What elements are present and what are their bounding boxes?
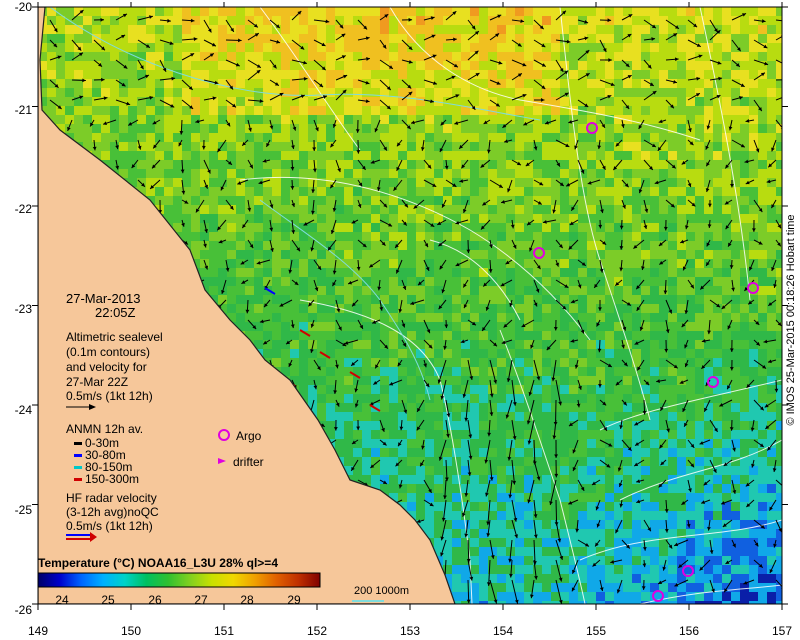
- anmn-depth-arrow-icon: [74, 454, 82, 458]
- anmn-depth-arrow-icon: [74, 478, 82, 482]
- anmn-depth-arrow-icon: [74, 442, 82, 446]
- hf-legend-line: HF radar velocity: [66, 491, 157, 505]
- x-tick: 156: [678, 624, 700, 638]
- x-tick: 157: [771, 624, 793, 638]
- anmn-legend-title: ANMN 12h av.: [66, 422, 144, 436]
- x-tick: 150: [120, 624, 142, 638]
- y-tick: -20: [14, 0, 32, 14]
- colorbar-tick: 25: [101, 593, 115, 607]
- colorbar-tick: 28: [240, 593, 254, 607]
- map-time: 22:05Z: [95, 305, 136, 320]
- anmn-depth-arrow-icon: [74, 466, 82, 470]
- sst-map: [32, 2, 788, 610]
- argo-legend-label: Argo: [236, 429, 262, 443]
- y-tick: -26: [14, 603, 32, 617]
- x-tick: 151: [213, 624, 235, 638]
- map-date: 27-Mar-2013: [66, 291, 141, 306]
- altimetry-legend-line: 27-Mar 22Z: [66, 375, 129, 389]
- imos-credit: © IMOS 25-Mar-2015 00:18:26 Hobart time: [785, 214, 797, 426]
- anmn-depth-label: 150-300m: [85, 472, 140, 486]
- altimetry-legend-line: (0.1m contours): [66, 345, 151, 359]
- colorbar-tick: 27: [194, 593, 208, 607]
- x-tick: 152: [306, 624, 328, 638]
- hf-legend-line: (3-12h avg)noQC: [66, 505, 159, 519]
- altimetry-legend-line: Altimetric sealevel: [66, 330, 163, 344]
- x-tick: 153: [399, 624, 421, 638]
- drifter-legend-label: drifter: [233, 455, 264, 469]
- colorbar-title: Temperature (°C) NOAA16_L3U 28% ql>=4: [38, 556, 278, 570]
- altimetry-legend-line: and velocity for: [66, 360, 147, 374]
- hf-legend-line: 0.5m/s (1kt 12h): [66, 519, 153, 533]
- colorbar-tick: 24: [55, 593, 69, 607]
- colorbar-tick: 26: [148, 593, 162, 607]
- x-tick: 149: [27, 624, 49, 638]
- y-tick: -25: [14, 503, 32, 517]
- anmn-depth-row: 150-300m: [74, 472, 139, 486]
- y-tick: -23: [14, 302, 32, 316]
- y-tick: -24: [14, 403, 32, 417]
- isobath-legend-label: 200 1000m: [354, 585, 410, 597]
- colorbar: [37, 572, 321, 588]
- colorbar-tick: 29: [287, 593, 301, 607]
- y-tick: -22: [14, 202, 32, 216]
- x-tick: 154: [492, 624, 514, 638]
- altimetry-legend-line: 0.5m/s (1kt 12h): [66, 389, 153, 403]
- x-tick: 155: [585, 624, 607, 638]
- y-tick: -21: [14, 103, 32, 117]
